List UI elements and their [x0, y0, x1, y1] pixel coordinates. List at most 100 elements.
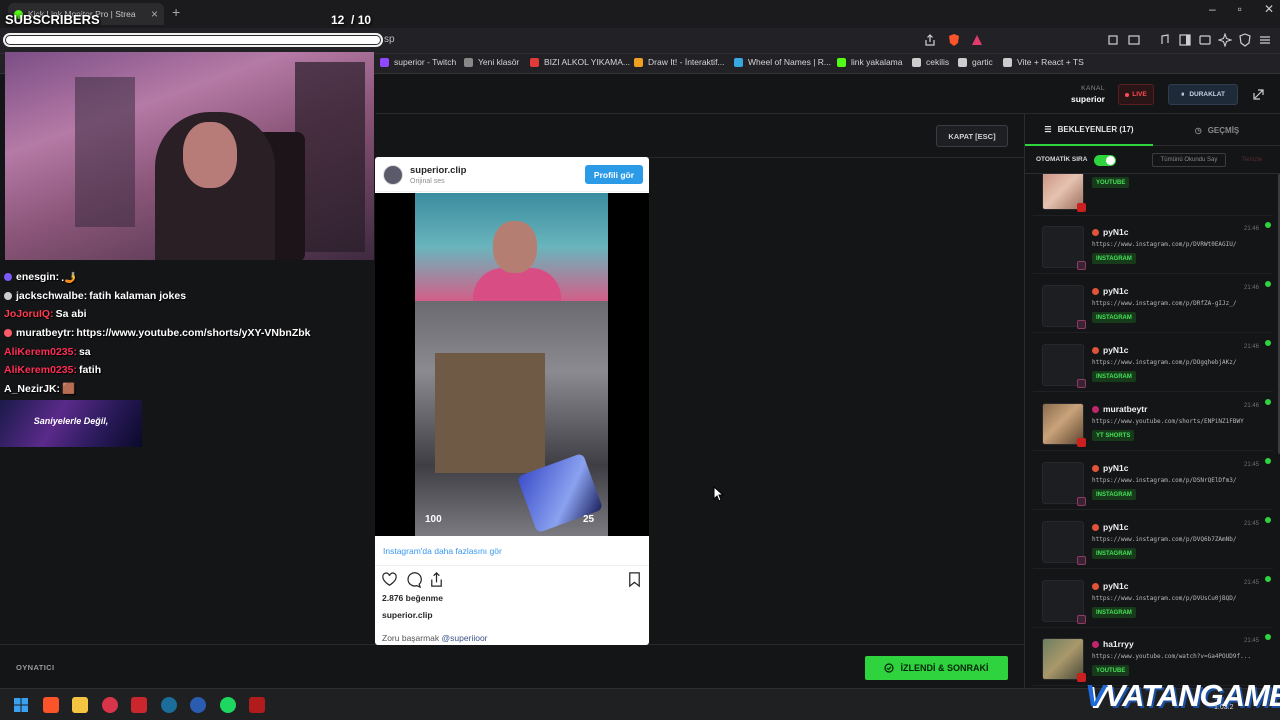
status-dot-icon [1265, 281, 1271, 287]
channel-info: KANAL superior [1071, 85, 1105, 104]
minimize-icon[interactable]: – [1209, 2, 1216, 16]
share-icon[interactable] [923, 33, 937, 47]
spotify-icon[interactable] [220, 697, 236, 713]
leo-ai-icon[interactable] [1218, 33, 1232, 47]
live-dot-icon [1125, 92, 1130, 97]
queue-list: https://youtu.be/6kOLTpTUvYQ?si=3Zyo1pN3… [1025, 174, 1280, 688]
chat-text: https://www.youtube.com/shorts/yXY-VNbnZ… [76, 327, 311, 340]
brave-shield-icon[interactable] [947, 33, 961, 47]
app-icon[interactable] [190, 697, 206, 713]
extensions-icon[interactable] [1106, 33, 1120, 47]
queue-item[interactable]: pyN1c 21:45 https://www.instagram.com/p/DS… [1033, 456, 1273, 510]
pause-icon: ⏸ [1181, 90, 1185, 98]
pause-button[interactable]: ⏸ DURAKLAT [1168, 84, 1238, 105]
queue-item[interactable]: pyN1c 21:46 https://www.instagram.com/p/DV… [1033, 220, 1273, 274]
status-dot-icon [1265, 517, 1271, 523]
share-post-icon[interactable] [428, 571, 445, 588]
riot-client-icon[interactable] [131, 697, 147, 713]
bookmark-icon [734, 57, 743, 67]
queue-url[interactable]: https://www.instagram.com/p/DVRWt0EAGIU/ [1092, 241, 1262, 248]
queue-user: muratbeytr [1092, 404, 1147, 414]
queue-sidebar: ☰ BEKLEYENLER (17) ◷ GEÇMİŞ OTOMATİK SIR… [1024, 114, 1280, 688]
clip-face [493, 221, 537, 273]
open-external-icon[interactable] [1252, 87, 1266, 101]
tab-history[interactable]: ◷ GEÇMİŞ [1153, 114, 1280, 146]
music-icon[interactable] [1157, 33, 1171, 47]
bookmark-label: cekilis [926, 57, 950, 67]
maximize-icon[interactable]: ▫ [1238, 2, 1242, 16]
auto-queue-toggle[interactable] [1094, 155, 1116, 166]
close-viewer-button[interactable]: KAPAT [ESC] [936, 125, 1008, 147]
bookmark-item[interactable]: Draw It! - İnteraktif... [634, 57, 725, 67]
queue-url[interactable]: https://www.youtube.com/shorts/ENPiNZ1FB… [1092, 418, 1262, 425]
bookmark-item[interactable]: superior - Twitch [380, 57, 456, 67]
status-dot-icon [1265, 634, 1271, 640]
bookmark-item[interactable]: cekilis [912, 57, 949, 67]
bookmark-item[interactable]: Yeni klasör [464, 57, 519, 67]
queue-item[interactable]: pyN1c 21:45 https://www.instagram.com/p/DV… [1033, 515, 1273, 569]
caption-mention[interactable]: @superiioor [442, 633, 488, 643]
queue-user: pyN1c [1092, 463, 1129, 473]
queue-url[interactable]: https://www.instagram.com/p/DVUsCu0jBQD/ [1092, 595, 1262, 602]
queue-item[interactable]: pyN1c 21:45 https://www.instagram.com/p/DV… [1033, 574, 1273, 628]
bookmark-item[interactable]: BIZI ALKOL YIKAMA... [530, 57, 630, 67]
live-button[interactable]: LIVE [1118, 84, 1154, 105]
queue-username: pyN1c [1103, 522, 1129, 532]
queue-item[interactable]: pyN1c 21:46 https://www.instagram.com/p/DR… [1033, 279, 1273, 333]
queue-item[interactable]: https://youtu.be/6kOLTpTUvYQ?si=3Zyo1pN3… [1033, 174, 1273, 216]
wallet-icon[interactable] [1198, 33, 1212, 47]
mark-all-read-button[interactable]: Tümünü Okundu Say [1152, 153, 1226, 167]
file-explorer-icon[interactable] [72, 697, 88, 713]
screenshot-icon[interactable] [1127, 33, 1141, 47]
queue-url[interactable]: https://www.youtube.com/watch?v=Ga4POUD9… [1092, 653, 1262, 660]
bookmark-item[interactable]: Vite + React + TS [1003, 57, 1084, 67]
queue-username: pyN1c [1103, 286, 1129, 296]
voicemeeter-icon[interactable] [249, 697, 265, 713]
bookmark-icon [837, 57, 846, 67]
embed-video[interactable]: 100 25 [375, 193, 649, 536]
address-bar-text[interactable]: sp [384, 34, 395, 45]
viewer-toolbar: KAPAT [ESC] [376, 114, 1024, 158]
brave-rewards-icon[interactable] [970, 33, 984, 47]
vpn-shield-icon[interactable] [1238, 33, 1252, 47]
caption-username[interactable]: superior.clip [382, 610, 433, 620]
embed-username[interactable]: superior.clip [410, 165, 467, 176]
clip-ammo: 25 [583, 514, 595, 525]
watched-next-button[interactable]: İZLENDİ & SONRAKİ [865, 656, 1008, 680]
chat-text: sa [78, 345, 91, 358]
windows-start-icon[interactable] [13, 697, 29, 713]
bookmark-item[interactable]: Wheel of Names | R... [734, 57, 831, 67]
check-circle-icon [884, 663, 895, 673]
sub-count: 12 [331, 13, 345, 27]
tab-waiting[interactable]: ☰ BEKLEYENLER (17) [1025, 114, 1153, 146]
clear-button[interactable]: Temizle [1232, 153, 1272, 167]
brave-taskbar-icon[interactable] [43, 697, 59, 713]
comment-icon[interactable] [405, 571, 422, 588]
queue-url[interactable]: https://www.instagram.com/p/DVQ6b7ZAmNb/ [1092, 536, 1262, 543]
view-profile-button[interactable]: Profili gör [585, 165, 643, 184]
queue-item[interactable]: muratbeytr 21:46 https://www.youtube.com/s… [1033, 397, 1273, 451]
bookmark-item[interactable]: link yakalama [837, 57, 903, 67]
chat-badge-icon [4, 329, 12, 338]
user-avatar-icon [1092, 523, 1099, 531]
sidebar-icon[interactable] [1178, 33, 1192, 47]
heart-icon[interactable] [381, 571, 398, 588]
sub-goal: / 10 [351, 13, 372, 27]
steam-icon[interactable] [161, 697, 177, 713]
user-avatar-icon [1092, 346, 1099, 354]
instagram-icon [1077, 556, 1086, 565]
queue-time: 21:45 [1243, 580, 1259, 586]
bookmark-icon[interactable] [626, 571, 643, 588]
queue-url[interactable]: https://www.instagram.com/p/DSNrQElDfm3/ [1092, 477, 1262, 484]
queue-item[interactable]: pyN1c 21:46 https://www.instagram.com/p/DO… [1033, 338, 1273, 392]
avatar[interactable] [383, 165, 403, 185]
menu-icon[interactable] [1258, 33, 1272, 47]
queue-url[interactable]: https://www.instagram.com/p/DRfZA-gIJz_/ [1092, 300, 1262, 307]
tab-waiting-label: BEKLEYENLER (17) [1057, 124, 1134, 134]
valorant-icon[interactable] [102, 697, 118, 713]
view-more-link[interactable]: Instagram'da daha fazlasını gör [383, 546, 502, 556]
bookmark-item[interactable]: gartic [958, 57, 993, 67]
bookmark-icon [958, 57, 967, 67]
queue-url[interactable]: https://www.instagram.com/p/DOgqhebjAKz/ [1092, 359, 1262, 366]
close-window-icon[interactable]: ✕ [1264, 2, 1274, 16]
